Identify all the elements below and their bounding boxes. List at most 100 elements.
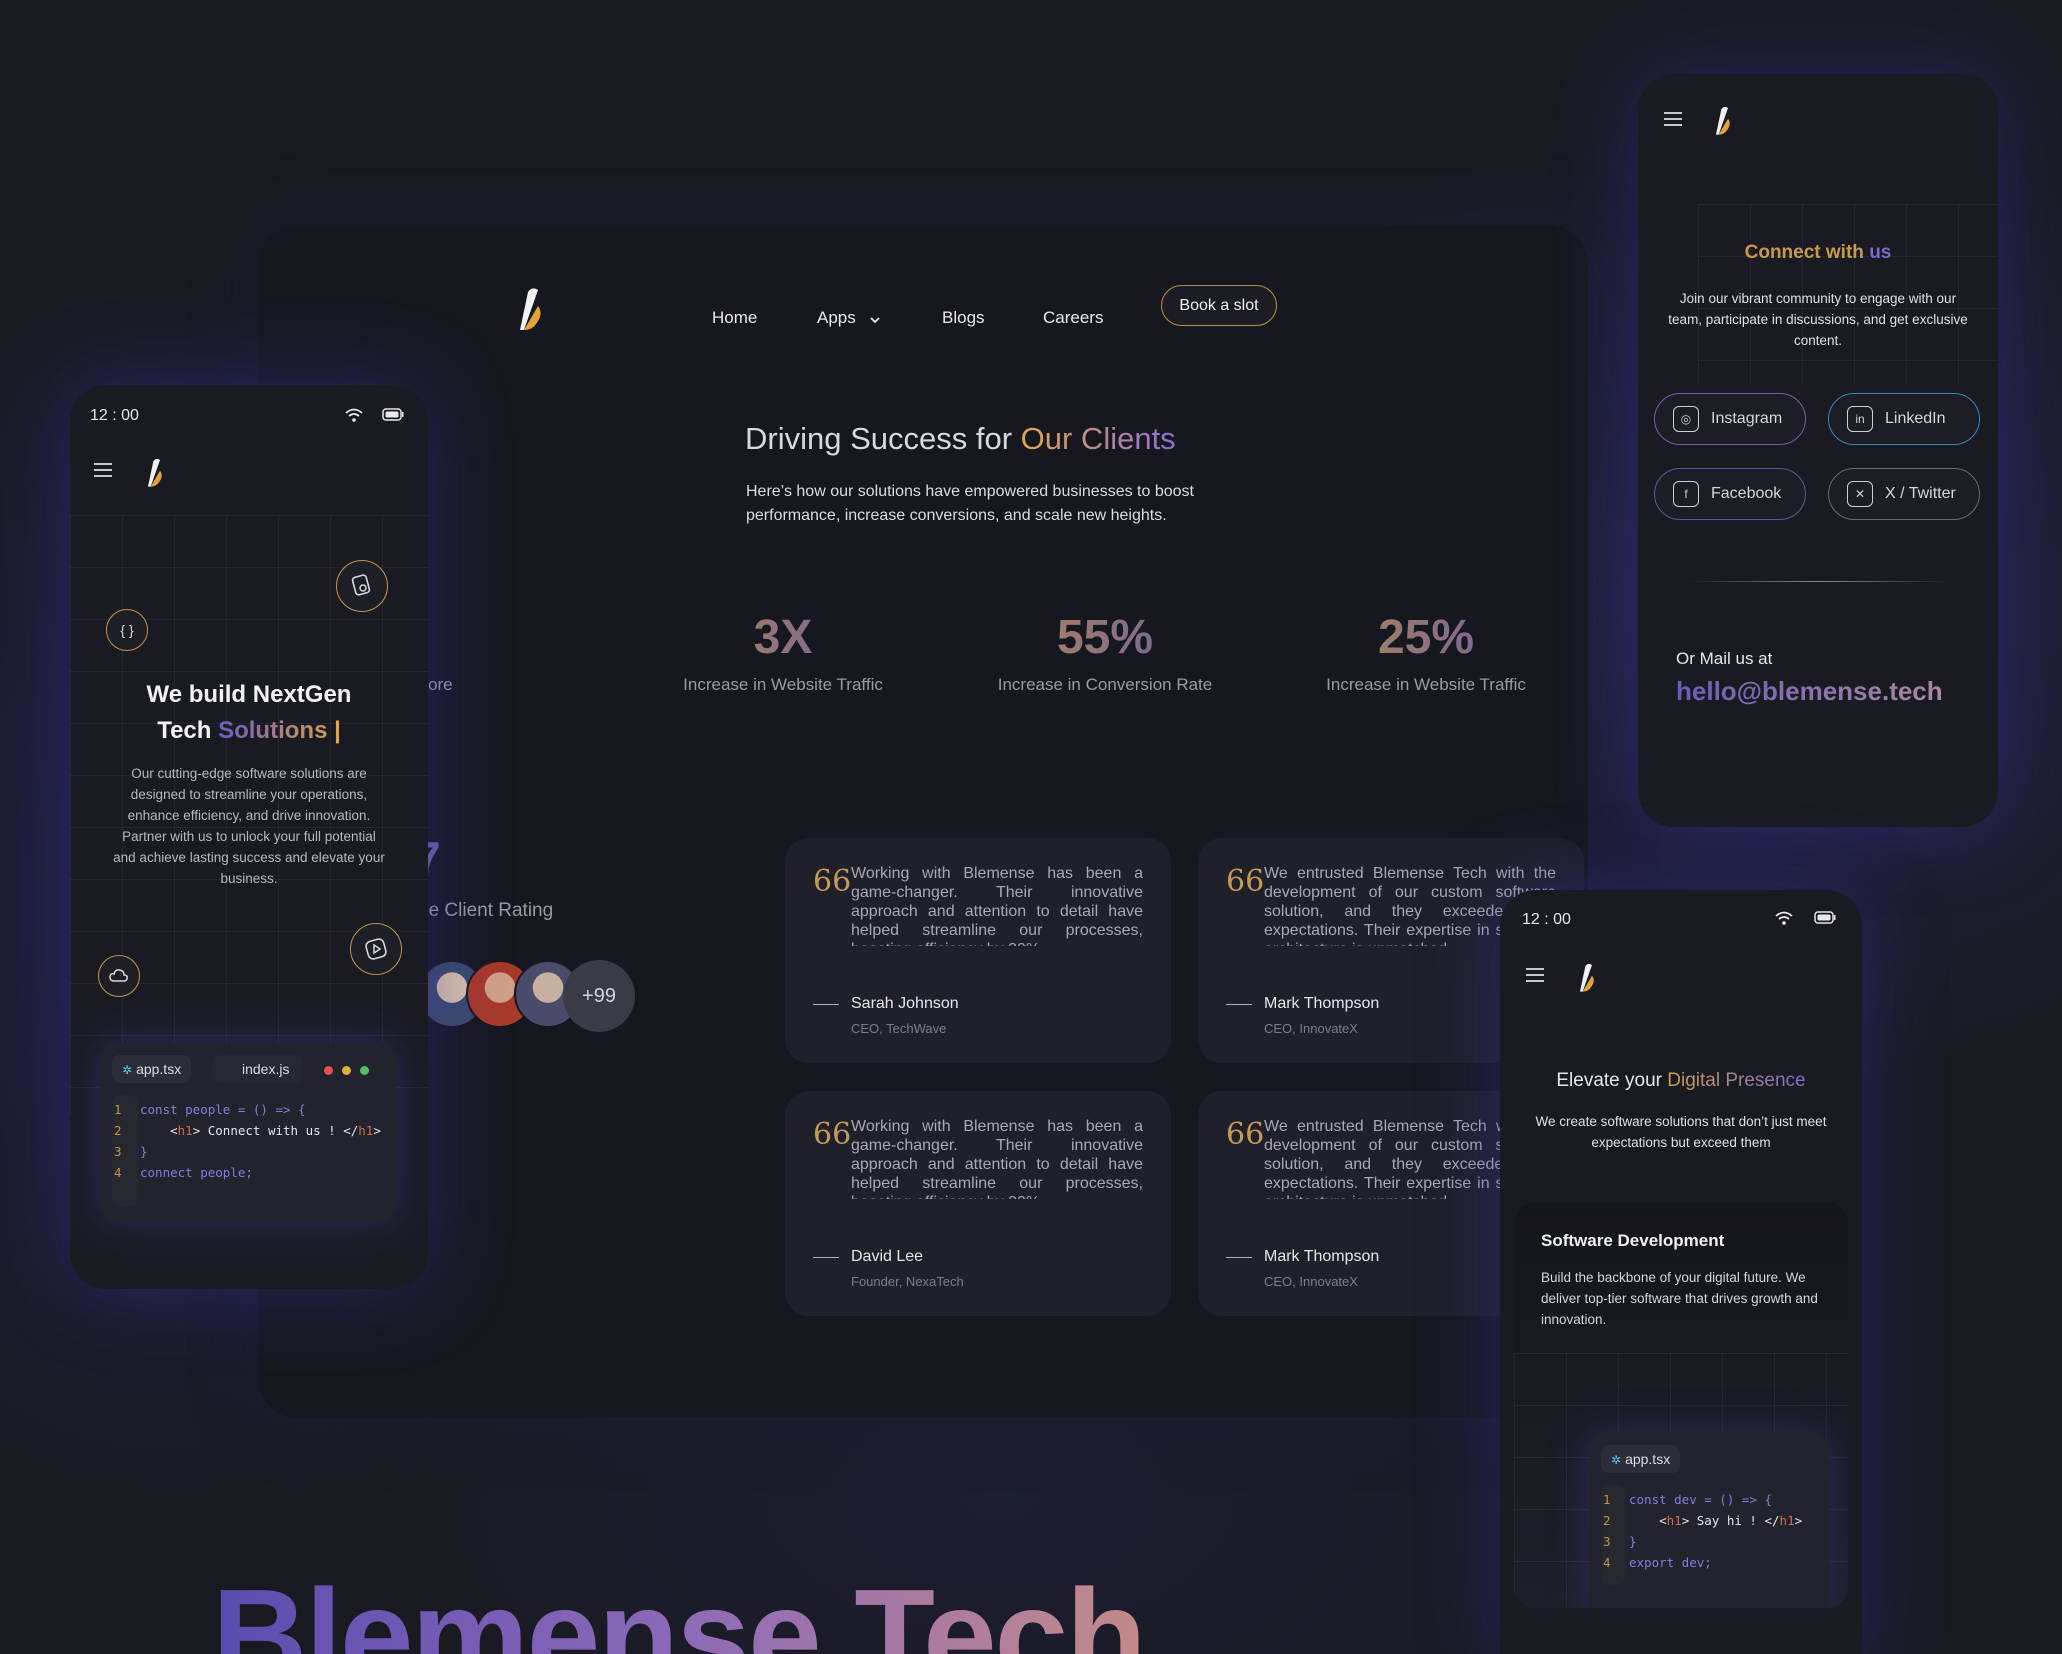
tab-app-tsx[interactable]: ✲ app.tsx	[112, 1055, 192, 1083]
code-text: <	[170, 1123, 178, 1138]
title-part: Connect with	[1744, 242, 1870, 263]
title-part: Driving Success for	[745, 421, 1021, 456]
testimonial-card: 66 Working with Blemense has been a game…	[785, 1091, 1171, 1316]
code-line: 2 <h1> Say hi ! </h1>	[1603, 1510, 1823, 1531]
stat-label: Increase in Website Traffic	[683, 675, 883, 694]
instagram-icon: ◎	[1673, 406, 1699, 432]
x-twitter-button[interactable]: ✕ X / Twitter	[1828, 468, 1980, 520]
code-tag: h1	[177, 1123, 193, 1138]
nav-home[interactable]: Home	[712, 308, 757, 328]
line-number: 1	[1603, 1492, 1611, 1507]
testimonial-text: Working with Blemense has been a game-ch…	[851, 865, 1143, 946]
services-title: Elevate your Digital Presence	[1500, 1070, 1862, 1092]
linkedin-button[interactable]: in LinkedIn	[1828, 393, 1980, 445]
stat-label: Increase in Website Traffic	[1326, 675, 1526, 694]
facebook-icon: f	[1673, 481, 1699, 507]
testimonial-author: Mark Thompson	[1264, 995, 1380, 1012]
brand-wordmark: Blemense Tech	[212, 1560, 1147, 1654]
quote-icon: 66	[813, 864, 852, 899]
tab-label: app.tsx	[136, 1061, 182, 1077]
menu-icon[interactable]	[1664, 112, 1682, 126]
menu-icon[interactable]	[94, 463, 112, 477]
document-icon	[336, 560, 388, 612]
divider	[1688, 581, 1948, 582]
code-tag: h1	[1666, 1513, 1682, 1528]
nav-blogs[interactable]: Blogs	[942, 308, 985, 328]
code-line: 3}	[114, 1141, 382, 1162]
hero-title-line1: We build NextGen	[146, 681, 352, 708]
testimonial-role: CEO, TechWave	[851, 1021, 947, 1036]
top-nav: Home Apps Blogs Careers	[258, 301, 1588, 341]
stat-traffic-2: 25% Increase in Website Traffic	[1306, 610, 1546, 695]
code-text: export dev;	[1629, 1555, 1712, 1570]
button-label: LinkedIn	[1885, 410, 1946, 427]
testimonial-card: 66 Working with Blemense has been a game…	[785, 838, 1171, 1063]
hero-description: Our cutting-edge software solutions are …	[113, 766, 385, 886]
nav-careers[interactable]: Careers	[1043, 308, 1103, 328]
tab-label: index.js	[242, 1061, 290, 1077]
tab-app-tsx[interactable]: ✲ app.tsx	[1601, 1445, 1681, 1473]
button-label: X / Twitter	[1885, 485, 1956, 502]
stat-value: 3X	[663, 610, 903, 665]
code-text: <	[1659, 1513, 1667, 1528]
react-icon: ✲	[122, 1063, 133, 1077]
logo-icon[interactable]	[1712, 105, 1732, 135]
code-text: >	[373, 1123, 381, 1138]
page-subtitle: Here’s how our solutions have empowered …	[746, 483, 1194, 524]
tab-index-js[interactable]: index.js	[212, 1055, 304, 1083]
more-avatars-badge[interactable]: +99	[563, 960, 635, 1032]
stat-conversion: 55% Increase in Conversion Rate	[985, 610, 1225, 695]
code-line: 4 export dev;	[1603, 1552, 1823, 1573]
window-maximize-dot[interactable]	[360, 1066, 369, 1075]
divider	[1226, 1004, 1252, 1005]
mail-label: Or Mail us at	[1676, 649, 1773, 668]
code-line: 1 const dev = () => {	[1603, 1489, 1823, 1510]
code-window: ✲ app.tsx index.js 1 const people = () => …	[100, 1043, 396, 1221]
code-tag: h1	[358, 1123, 374, 1138]
code-editor: 1 const dev = () => { 2 <h1> Say hi ! </h…	[1603, 1489, 1823, 1589]
tab-label: app.tsx	[1625, 1451, 1671, 1467]
code-editor: 1 const people = () => { 2 <h1> Connect w…	[114, 1099, 382, 1209]
book-slot-button[interactable]: Book a slot	[1161, 285, 1277, 326]
battery-icon	[382, 408, 404, 421]
title-highlight: Digital Presence	[1667, 1070, 1806, 1091]
connect-title: Connect with us	[1638, 242, 1998, 264]
code-text: const people = () => {	[140, 1102, 306, 1117]
logo-icon[interactable]	[1576, 962, 1596, 992]
testimonial-role: Founder, NexaTech	[851, 1274, 964, 1289]
code-text: }	[1629, 1534, 1637, 1549]
testimonial-author: David Lee	[851, 1248, 924, 1265]
battery-icon	[1814, 911, 1836, 924]
line-number: 3	[1603, 1534, 1611, 1549]
cloud-icon	[98, 955, 140, 997]
code-line: 1 const people = () => {	[114, 1099, 382, 1120]
menu-icon[interactable]	[1526, 968, 1544, 982]
text-cursor: |	[334, 717, 341, 744]
testimonial-author: Sarah Johnson	[851, 995, 959, 1012]
page-title: Driving Success for Our Clients	[745, 421, 1176, 457]
logo-icon[interactable]	[144, 457, 164, 487]
instagram-button[interactable]: ◎ Instagram	[1654, 393, 1806, 445]
window-close-dot[interactable]	[324, 1066, 333, 1075]
service-card-description: Build the backbone of your digital futur…	[1541, 1270, 1818, 1327]
code-line: 3}	[1603, 1531, 1823, 1552]
code-text: > Connect with us ! </	[192, 1123, 359, 1138]
facebook-button[interactable]: f Facebook	[1654, 468, 1806, 520]
title-highlight: Solutions	[218, 717, 328, 744]
connect-description: Join our vibrant community to engage wit…	[1668, 291, 1968, 348]
hero-title-line2: Tech Solutions |	[70, 713, 428, 749]
code-tag: h1	[1779, 1513, 1795, 1528]
react-icon: ✲	[1611, 1453, 1622, 1467]
button-label: Facebook	[1711, 485, 1782, 502]
nav-apps[interactable]: Apps	[817, 308, 856, 328]
line-number: 3	[114, 1144, 122, 1159]
chevron-down-icon[interactable]	[869, 315, 881, 325]
code-text: > Say hi ! </	[1681, 1513, 1780, 1528]
testimonial-author: Mark Thompson	[1264, 1248, 1380, 1265]
testimonial-text: Working with Blemense has been a game-ch…	[851, 1118, 1143, 1199]
mail-link[interactable]: hello@blemense.tech	[1676, 676, 1943, 707]
desktop-preview: Home Apps Blogs Careers Book a slot Driv…	[258, 225, 1588, 1418]
stat-value: 25%	[1306, 610, 1546, 665]
window-minimize-dot[interactable]	[342, 1066, 351, 1075]
line-number: 2	[114, 1123, 122, 1138]
